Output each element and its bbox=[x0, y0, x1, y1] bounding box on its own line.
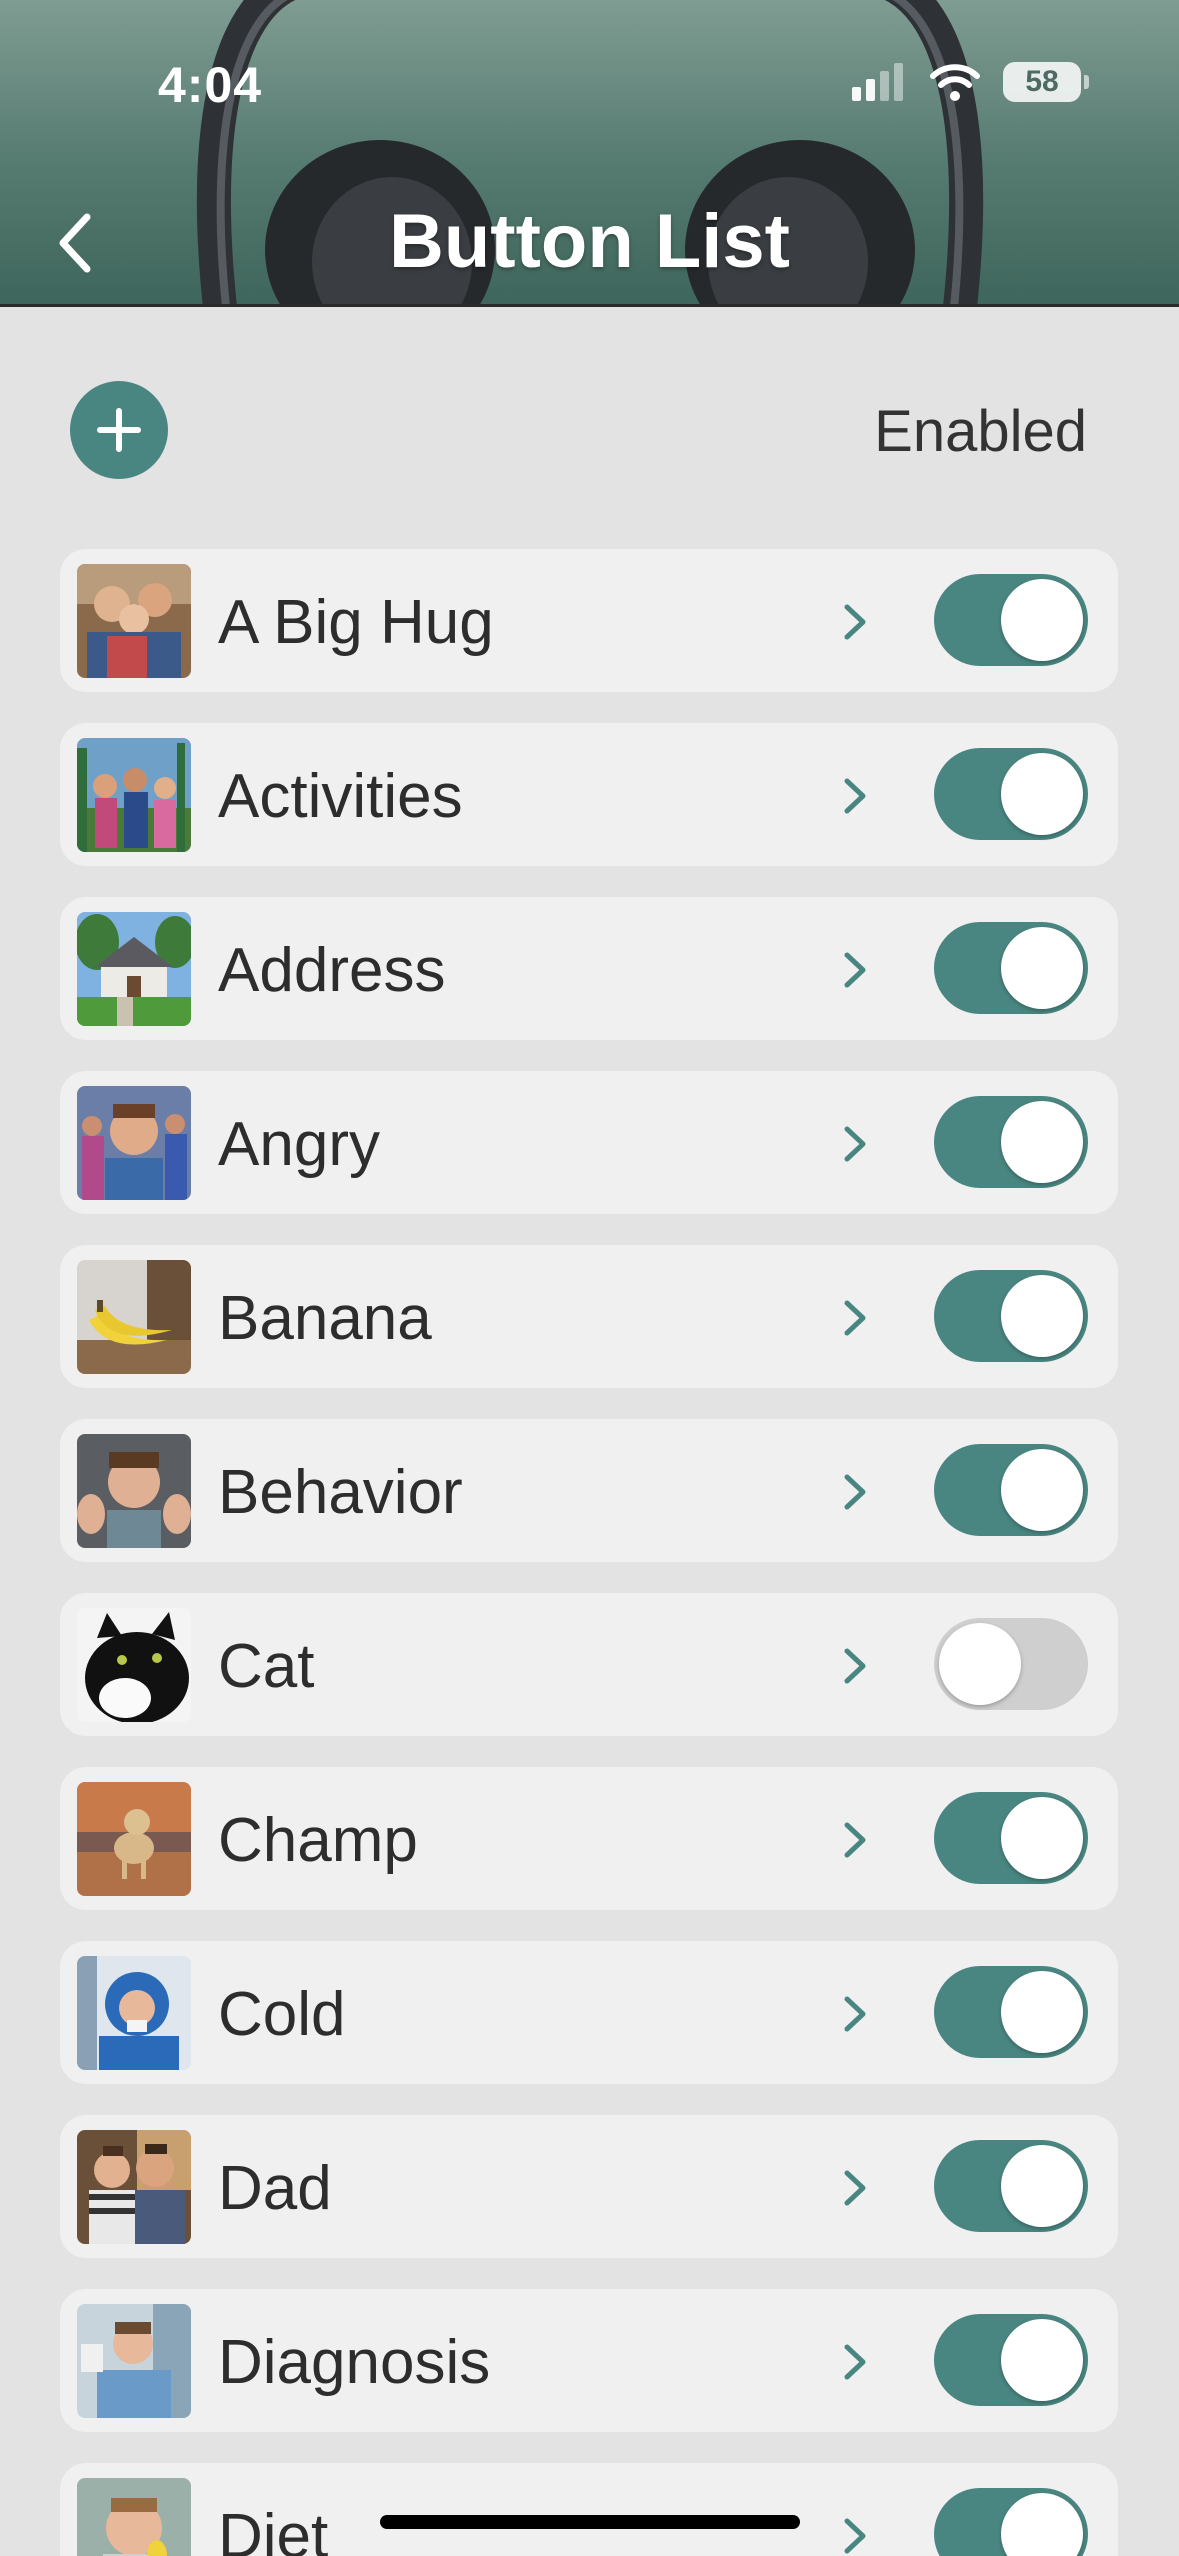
enabled-toggle[interactable] bbox=[934, 1270, 1088, 1362]
toggle-knob bbox=[1001, 2319, 1083, 2401]
button-label: Address bbox=[218, 936, 446, 1005]
toggle-knob bbox=[1001, 927, 1083, 1009]
button-label: Diet bbox=[218, 2502, 329, 2556]
wifi-icon bbox=[930, 64, 980, 101]
button-label: Cold bbox=[218, 1980, 346, 2049]
chevron-right-icon[interactable] bbox=[835, 1119, 875, 1169]
plus-icon bbox=[97, 408, 141, 452]
button-thumbnail bbox=[77, 1086, 191, 1200]
toggle-knob bbox=[1001, 579, 1083, 661]
enabled-toggle[interactable] bbox=[934, 1618, 1088, 1710]
button-row[interactable]: Banana bbox=[60, 1245, 1118, 1388]
button-thumbnail bbox=[77, 2478, 191, 2556]
button-thumbnail bbox=[77, 2130, 191, 2244]
enabled-column-label: Enabled bbox=[874, 399, 1087, 464]
enabled-toggle[interactable] bbox=[934, 1792, 1088, 1884]
button-label: Cat bbox=[218, 1632, 315, 1701]
button-row[interactable]: Diagnosis bbox=[60, 2289, 1118, 2432]
toggle-knob bbox=[1001, 1275, 1083, 1357]
button-row[interactable]: A Big Hug bbox=[60, 549, 1118, 692]
button-thumbnail bbox=[77, 564, 191, 678]
button-thumbnail bbox=[77, 1608, 191, 1722]
toggle-knob bbox=[1001, 753, 1083, 835]
button-thumbnail bbox=[77, 2304, 191, 2418]
chevron-right-icon[interactable] bbox=[835, 597, 875, 647]
button-thumbnail bbox=[77, 738, 191, 852]
button-thumbnail bbox=[77, 1434, 191, 1548]
button-thumbnail bbox=[77, 1782, 191, 1896]
enabled-toggle[interactable] bbox=[934, 922, 1088, 1014]
enabled-toggle[interactable] bbox=[934, 2488, 1088, 2556]
button-label: A Big Hug bbox=[218, 588, 494, 657]
page-title: Button List bbox=[388, 199, 790, 284]
battery-icon: 58 bbox=[1003, 62, 1089, 102]
toggle-knob bbox=[1001, 1449, 1083, 1531]
enabled-toggle[interactable] bbox=[934, 748, 1088, 840]
status-icons: 58 bbox=[852, 62, 1089, 102]
signal-icon bbox=[852, 63, 903, 101]
button-label: Dad bbox=[218, 2154, 332, 2223]
button-row[interactable]: Address bbox=[60, 897, 1118, 1040]
toggle-knob bbox=[1001, 1101, 1083, 1183]
toggle-knob bbox=[1001, 1797, 1083, 1879]
button-row[interactable]: Cat bbox=[60, 1593, 1118, 1736]
button-label: Angry bbox=[218, 1110, 380, 1179]
button-row[interactable]: Champ bbox=[60, 1767, 1118, 1910]
button-thumbnail bbox=[77, 1260, 191, 1374]
button-row[interactable]: Activities bbox=[60, 723, 1118, 866]
button-label: Activities bbox=[218, 762, 463, 831]
toggle-knob bbox=[939, 1623, 1021, 1705]
enabled-toggle[interactable] bbox=[934, 1444, 1088, 1536]
toggle-knob bbox=[1001, 2145, 1083, 2227]
button-row[interactable]: Cold bbox=[60, 1941, 1118, 2084]
button-row[interactable]: Dad bbox=[60, 2115, 1118, 2258]
chevron-right-icon[interactable] bbox=[835, 945, 875, 995]
enabled-toggle[interactable] bbox=[934, 2314, 1088, 2406]
add-button[interactable] bbox=[70, 381, 168, 479]
button-label: Diagnosis bbox=[218, 2328, 491, 2397]
button-thumbnail bbox=[77, 1956, 191, 2070]
enabled-toggle[interactable] bbox=[934, 2140, 1088, 2232]
enabled-toggle[interactable] bbox=[934, 1096, 1088, 1188]
toggle-knob bbox=[1001, 2493, 1083, 2556]
chevron-right-icon[interactable] bbox=[835, 1293, 875, 1343]
toggle-knob bbox=[1001, 1971, 1083, 2053]
button-row[interactable]: Behavior bbox=[60, 1419, 1118, 1562]
home-indicator bbox=[380, 2515, 800, 2529]
chevron-right-icon[interactable] bbox=[835, 1815, 875, 1865]
chevron-right-icon[interactable] bbox=[835, 2163, 875, 2213]
button-row[interactable]: Angry bbox=[60, 1071, 1118, 1214]
button-label: Behavior bbox=[218, 1458, 463, 1527]
button-thumbnail bbox=[77, 912, 191, 1026]
chevron-right-icon[interactable] bbox=[835, 771, 875, 821]
status-time: 4:04 bbox=[158, 57, 263, 113]
button-label: Banana bbox=[218, 1284, 432, 1353]
nav-header: 4:04 58 Button List bbox=[0, 0, 1179, 307]
chevron-right-icon[interactable] bbox=[835, 1641, 875, 1691]
chevron-right-icon[interactable] bbox=[835, 1467, 875, 1517]
chevron-right-icon[interactable] bbox=[835, 2337, 875, 2387]
enabled-toggle[interactable] bbox=[934, 574, 1088, 666]
chevron-right-icon[interactable] bbox=[835, 1989, 875, 2039]
button-label: Champ bbox=[218, 1806, 418, 1875]
chevron-right-icon[interactable] bbox=[835, 2511, 875, 2556]
button-row[interactable]: Diet bbox=[60, 2463, 1118, 2556]
enabled-toggle[interactable] bbox=[934, 1966, 1088, 2058]
